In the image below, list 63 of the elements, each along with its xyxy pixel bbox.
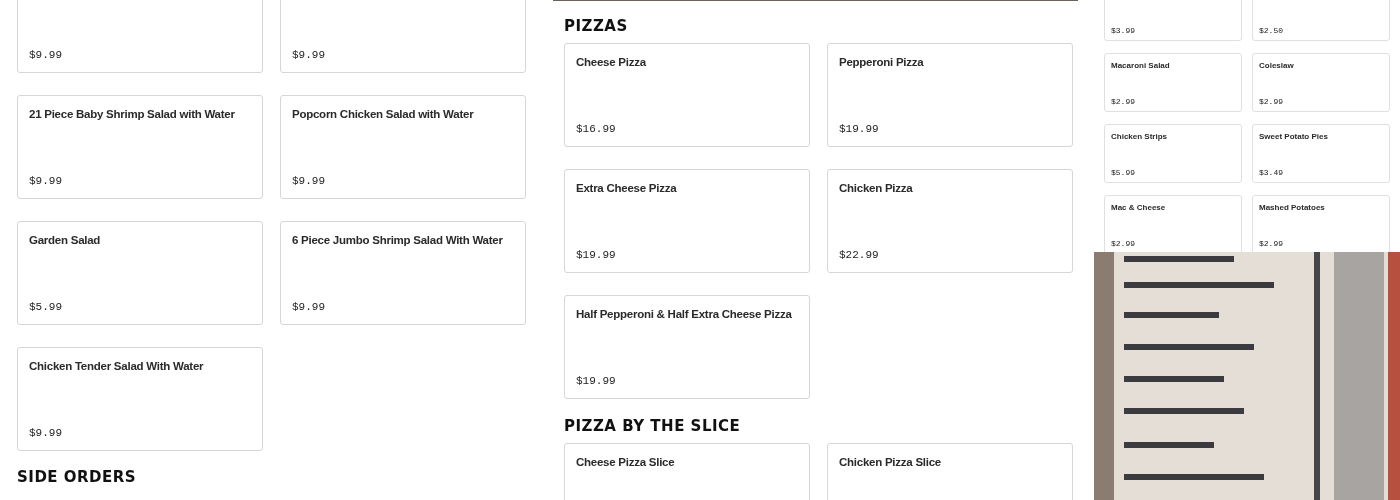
menu-item-card[interactable]: Sweet Potato Pies $3.49	[1252, 124, 1390, 183]
item-name: Chicken Pizza Slice	[839, 456, 942, 468]
section-heading: PIZZA BY THE SLICE	[564, 416, 742, 437]
item-price: $3.49	[1259, 168, 1284, 177]
menu-item-card[interactable]: $9.99	[17, 0, 263, 73]
menu-item-card[interactable]: Chicken Strips $5.99	[1104, 124, 1242, 183]
menu-item-card[interactable]: Cheese Pizza Slice	[564, 443, 810, 500]
item-price: $19.99	[576, 249, 617, 261]
section-heading: SIDE ORDERS	[17, 467, 138, 488]
menu-item-card[interactable]: Coleslaw $2.99	[1252, 53, 1390, 112]
item-name: Cheese Pizza	[576, 56, 648, 68]
menu-item-card[interactable]: Macaroni Salad $2.99	[1104, 53, 1242, 112]
item-price: $2.99	[1111, 239, 1136, 248]
item-name: Chicken Strips	[1111, 132, 1168, 141]
menu-item-card[interactable]: $9.99	[280, 0, 526, 73]
item-name: Pepperoni Pizza	[839, 56, 925, 68]
item-name: Mac & Cheese	[1111, 203, 1167, 212]
item-price: $22.99	[839, 249, 880, 261]
menu-item-card[interactable]: Chicken Pizza Slice	[827, 443, 1073, 500]
menu-item-card[interactable]: Chicken Tender Salad With Water $9.99	[17, 347, 263, 451]
menu-item-card[interactable]: Extra Cheese Pizza $19.99	[564, 169, 810, 273]
menu-item-card[interactable]: Mac & Cheese $2.99	[1104, 195, 1242, 254]
item-name: Coleslaw	[1259, 61, 1295, 70]
item-price: $3.99	[1111, 26, 1136, 35]
item-price: $19.99	[576, 375, 617, 387]
item-price: $9.99	[292, 175, 326, 187]
menu-item-card[interactable]: 21 Piece Baby Shrimp Salad with Water $9.99	[17, 95, 263, 199]
menu-item-card[interactable]: Mashed Potatoes $2.99	[1252, 195, 1390, 254]
item-name: Half Pepperoni & Half Extra Cheese Pizza	[576, 308, 793, 320]
menu-item-card[interactable]: Popcorn Chicken Salad with Water $9.99	[280, 95, 526, 199]
item-name: Chicken Pizza	[839, 182, 914, 194]
menu-item-card[interactable]: Garden Salad $5.99	[17, 221, 263, 325]
item-price: $16.99	[576, 123, 617, 135]
item-price: $5.99	[29, 301, 63, 313]
item-price: $2.50	[1259, 26, 1284, 35]
item-price: $19.99	[839, 123, 880, 135]
menu-item-card[interactable]: Chicken Pizza $22.99	[827, 169, 1073, 273]
item-price: $9.99	[29, 427, 63, 439]
menu-item-card[interactable]: Half Pepperoni & Half Extra Cheese Pizza $19.99	[564, 295, 810, 399]
menu-item-card[interactable]: $3.99	[1104, 0, 1242, 41]
item-price: $2.99	[1111, 97, 1136, 106]
item-name: 6 Piece Jumbo Shrimp Salad With Water	[292, 234, 504, 246]
item-price: $9.99	[29, 49, 63, 61]
section-heading: PIZZAS	[564, 16, 629, 37]
item-name: Extra Cheese Pizza	[576, 182, 678, 194]
item-price: $2.99	[1259, 239, 1284, 248]
item-name: Macaroni Salad	[1111, 61, 1171, 70]
item-name: Cheese Pizza Slice	[576, 456, 676, 468]
menu-item-card[interactable]: Pepperoni Pizza $19.99	[827, 43, 1073, 147]
menu-item-card[interactable]: 6 Piece Jumbo Shrimp Salad With Water $9.99	[280, 221, 526, 325]
menu-item-card[interactable]: Cheese Pizza $16.99	[564, 43, 810, 147]
item-price: $9.99	[29, 175, 63, 187]
item-name: 21 Piece Baby Shrimp Salad with Water	[29, 108, 236, 120]
item-name: Chicken Tender Salad With Water	[29, 360, 205, 372]
item-price: $5.99	[1111, 168, 1136, 177]
menu-item-card[interactable]: $2.50	[1252, 0, 1390, 41]
item-price: $9.99	[292, 301, 326, 313]
item-name: Sweet Potato Pies	[1259, 132, 1329, 141]
item-name: Garden Salad	[29, 234, 102, 246]
item-name: Popcorn Chicken Salad with Water	[292, 108, 475, 120]
item-price: $2.99	[1259, 97, 1284, 106]
item-name: Mashed Potatoes	[1259, 203, 1326, 212]
item-price: $9.99	[292, 49, 326, 61]
